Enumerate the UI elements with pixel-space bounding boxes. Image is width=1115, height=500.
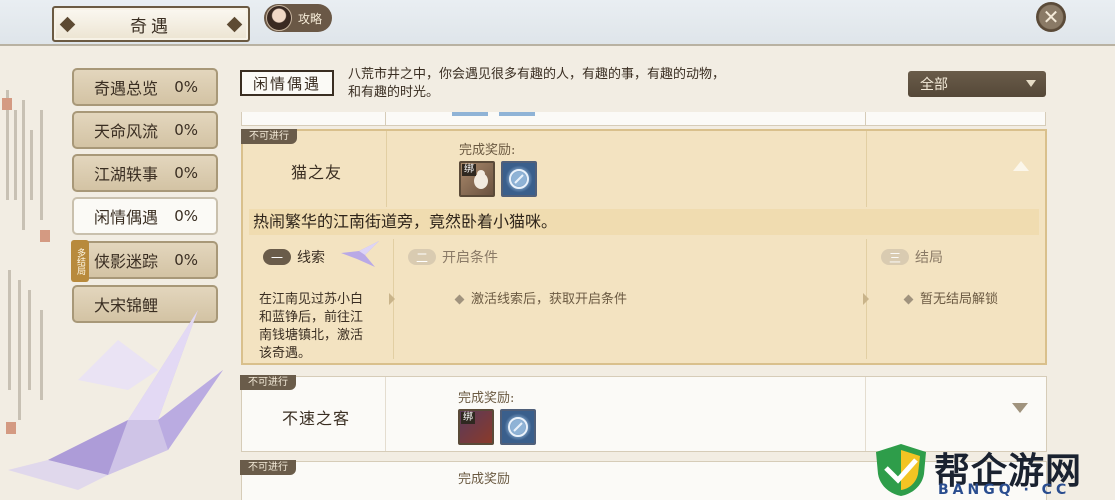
collapse-icon[interactable]: [1013, 161, 1029, 171]
cat-figurine-icon[interactable]: 绑: [459, 161, 495, 197]
category-description: 八荒市井之中，你会遇见很多有趣的人，有趣的事，有趣的动物， 和有趣的时光。: [348, 66, 778, 102]
chevron-right-icon: [863, 293, 869, 305]
sidebar-item-percent: 0%: [174, 207, 198, 225]
step-clue-header: 一 线索: [263, 247, 325, 267]
page-title-text: 奇遇: [130, 16, 172, 37]
step-clue-line: 南钱塘镇北，激活: [259, 328, 364, 343]
sidebar-item-label: 奇遇总览: [94, 79, 159, 98]
step-ending-header: 三 结局: [881, 247, 943, 267]
top-bar: 奇遇 攻略 ✕: [0, 0, 1115, 46]
watermark: 帮企游网 BANGQ · CC: [868, 440, 1115, 500]
sidebar-item-overview[interactable]: 奇遇总览 0%: [72, 68, 218, 106]
guide-button[interactable]: 攻略: [264, 4, 332, 32]
diamond-bullet-icon: [454, 294, 465, 305]
category-badge: 闲情偶遇: [240, 70, 334, 96]
step-number: 三: [881, 249, 909, 265]
chevron-down-icon: [1026, 80, 1036, 87]
category-description-line: 八荒市井之中，你会遇见很多有趣的人，有趣的事，有趣的动物，: [348, 67, 726, 82]
paper-crane-small-icon: [341, 241, 379, 267]
sidebar-item-label: 天命风流: [94, 122, 159, 141]
status-badge: 不可进行: [240, 375, 296, 390]
filter-dropdown[interactable]: 全部: [908, 71, 1046, 97]
reward-label: 完成奖励: [458, 472, 511, 487]
close-icon: ✕: [1042, 5, 1060, 29]
step-clue-text: 在江南见过苏小白 和蓝铮后，前往江 南钱塘镇北，激活 该奇遇。: [259, 291, 363, 363]
step-condition-text: 激活线索后，获取开启条件: [454, 291, 628, 309]
step-ending-value: 暂无结局解锁: [920, 292, 999, 307]
sidebar-item-destiny[interactable]: 天命风流 0%: [72, 111, 218, 149]
page-title: 奇遇: [52, 6, 250, 42]
sidebar-item-anecdotes[interactable]: 江湖轶事 0%: [72, 154, 218, 192]
encounter-name: 猫之友: [291, 163, 343, 182]
watermark-url: BANGQ · CC: [938, 482, 1071, 498]
step-title: 结局: [915, 250, 943, 266]
step-clue-line: 该奇遇。: [259, 346, 312, 361]
encounter-card-expanded[interactable]: 不可进行 猫之友 完成奖励: 绑 热闹繁华的江南街道旁，竟然卧着小猫咪。 一 线…: [241, 129, 1047, 365]
expand-icon[interactable]: [1012, 403, 1028, 413]
step-number: 二: [408, 249, 436, 265]
sidebar-item-leisure[interactable]: 闲情偶遇 0%: [72, 197, 218, 235]
status-badge: 不可进行: [241, 129, 297, 144]
step-clue-line: 和蓝铮后，前往江: [259, 310, 364, 325]
sidebar-item-percent: 0%: [174, 78, 198, 96]
sidebar-item-label: 侠影迷踪: [94, 252, 159, 271]
step-ending-text: 暂无结局解锁: [903, 291, 999, 309]
step-number: 一: [263, 249, 291, 265]
skill-orb-icon[interactable]: [501, 161, 537, 197]
filter-selected: 全部: [920, 77, 948, 93]
sidebar-item-label: 江湖轶事: [94, 165, 159, 184]
step-condition-header: 二 开启条件: [408, 247, 498, 267]
category-description-line: 和有趣的时光。: [348, 85, 440, 100]
guide-button-label: 攻略: [298, 11, 323, 26]
diamond-bullet-icon: [903, 294, 914, 305]
sidebar-item-percent: 0%: [174, 164, 198, 182]
sidebar-item-shadow[interactable]: 多结局 侠影迷踪 0%: [71, 240, 218, 282]
sidebar-item-percent: 0%: [174, 251, 198, 269]
reward-label: 完成奖励:: [459, 143, 516, 158]
ornament-right-icon: [226, 16, 243, 33]
avatar: [266, 5, 292, 31]
step-title: 开启条件: [442, 250, 498, 266]
encounter-name: 不速之客: [282, 409, 351, 428]
step-condition-value: 激活线索后，获取开启条件: [471, 292, 628, 307]
step-title: 线索: [297, 250, 325, 266]
reward-label: 完成奖励:: [458, 391, 515, 406]
chevron-right-icon: [389, 293, 395, 305]
bound-tag: 绑: [462, 164, 476, 176]
list-item-partial: [241, 112, 1046, 126]
sidebar-item-label: 闲情偶遇: [94, 208, 159, 227]
status-badge: 不可进行: [240, 460, 296, 475]
sidebar-item-percent: 0%: [174, 121, 198, 139]
ornament-left-icon: [59, 16, 76, 33]
multi-ending-badge: 多结局: [71, 240, 89, 282]
red-token-icon[interactable]: 绑: [458, 409, 494, 445]
step-clue-line: 在江南见过苏小白: [259, 292, 364, 307]
paper-crane-icon: [8, 310, 223, 490]
skill-orb-icon[interactable]: [500, 409, 536, 445]
close-button[interactable]: ✕: [1036, 2, 1066, 32]
shield-logo-icon: [876, 444, 926, 496]
bound-tag: 绑: [461, 412, 475, 424]
encounter-story: 热闹繁华的江南街道旁，竟然卧着小猫咪。: [249, 209, 1039, 235]
